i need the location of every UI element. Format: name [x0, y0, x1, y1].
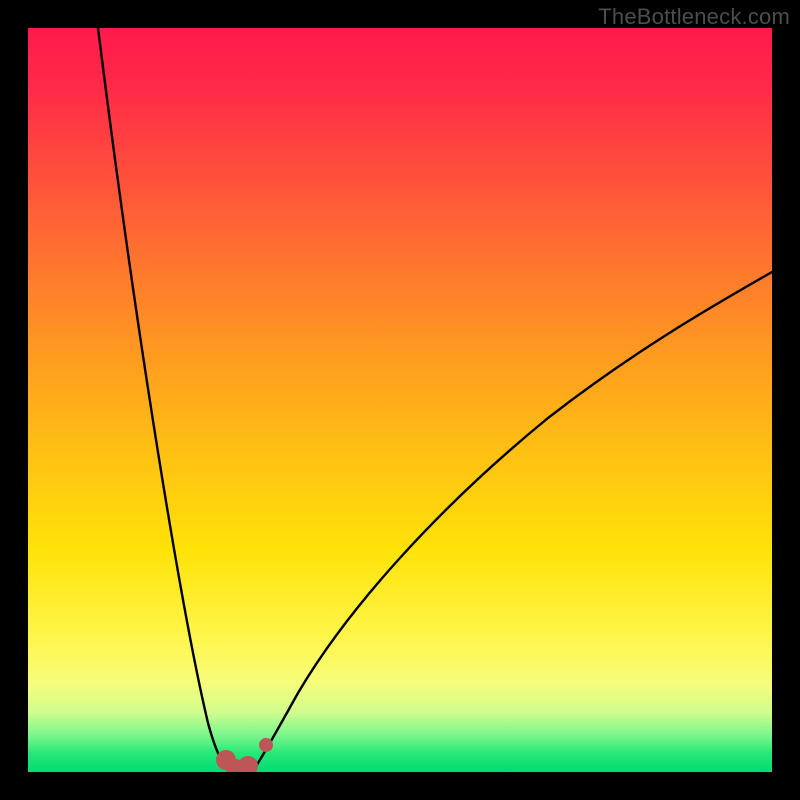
marker-valley-right	[238, 756, 258, 772]
marker-tail-dot	[259, 738, 273, 752]
bottleneck-curve-chart	[28, 28, 772, 772]
plot-frame	[28, 28, 772, 772]
curve-right-branch	[254, 272, 772, 769]
curve-left-branch	[98, 28, 229, 769]
watermark-text: TheBottleneck.com	[598, 4, 790, 30]
